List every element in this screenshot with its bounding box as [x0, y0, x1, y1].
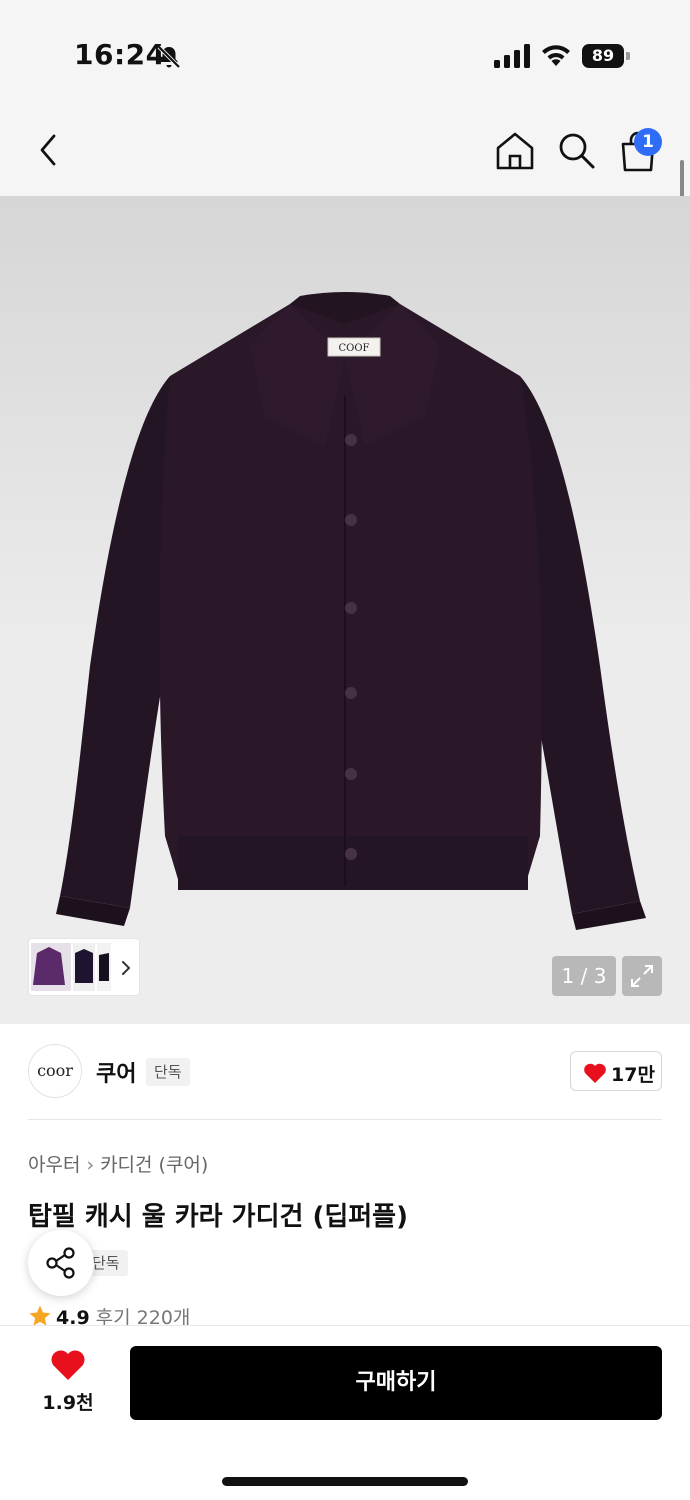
top-navigation: [0, 100, 690, 196]
status-bar: 16:24 89: [0, 0, 690, 100]
heart-icon: [584, 1063, 606, 1083]
battery-tip: [626, 52, 630, 60]
section-divider: [28, 1119, 662, 1120]
share-button[interactable]: [28, 1230, 94, 1296]
battery-level: 89: [582, 44, 624, 68]
wishlist-count: 1.9천: [42, 1392, 94, 1414]
breadcrumb: 아우터 › 카디건 (쿠어): [28, 1150, 208, 1177]
breadcrumb-subcategory[interactable]: 카디건 (쿠어): [100, 1154, 208, 1176]
garment-brand-label: COOF: [339, 343, 370, 354]
image-counter: 1 / 3: [552, 956, 616, 996]
chevron-right-icon[interactable]: [118, 958, 134, 978]
share-icon: [46, 1247, 75, 1279]
expand-icon: [631, 965, 653, 987]
battery-indicator: 89: [582, 44, 630, 68]
cellular-signal-icon: [494, 44, 530, 68]
product-image-gallery[interactable]: [0, 196, 690, 1024]
expand-image-button[interactable]: [622, 956, 662, 996]
brand-name[interactable]: 쿠어: [96, 1056, 136, 1088]
breadcrumb-category[interactable]: 아우터: [28, 1154, 80, 1176]
brand-like-count: 17만: [611, 1064, 655, 1086]
garment-label-text: COOF: [339, 343, 370, 354]
wishlist-heart-icon[interactable]: [50, 1348, 86, 1382]
buy-button[interactable]: 구매하기: [130, 1346, 662, 1420]
cart-count-badge[interactable]: 1: [634, 128, 662, 156]
cardigan-product-photo: [56, 292, 646, 930]
search-icon[interactable]: [556, 130, 596, 170]
breadcrumb-chevron-icon: ›: [86, 1154, 95, 1176]
back-icon[interactable]: [30, 130, 66, 170]
home-icon[interactable]: [494, 130, 536, 172]
home-indicator: [222, 1477, 468, 1486]
status-time: 16:24: [74, 38, 166, 71]
wifi-icon: [542, 45, 570, 66]
brand-like-button[interactable]: 17만: [570, 1051, 662, 1091]
product-title: 탑필 캐시 울 카라 가디건 (딥퍼플): [28, 1202, 408, 1232]
exclusive-brand-tag: 단독: [146, 1058, 190, 1086]
bell-off-icon: [157, 45, 181, 69]
brand-logo[interactable]: coor: [28, 1044, 82, 1098]
